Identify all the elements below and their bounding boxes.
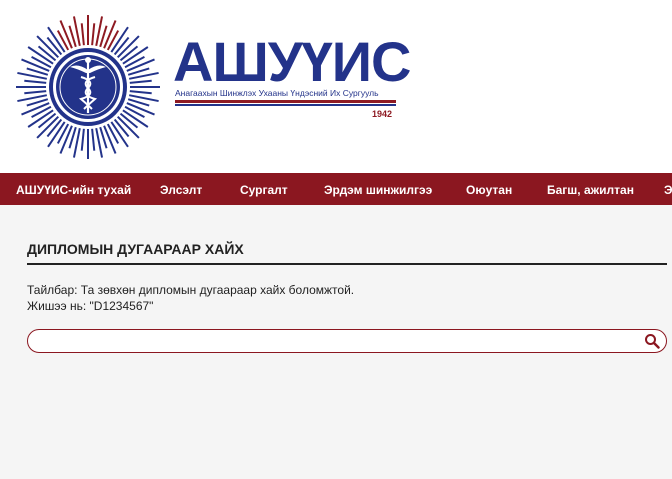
emblem-ray bbox=[129, 90, 152, 95]
note-line-2: Жишээ нь: "D1234567" bbox=[27, 299, 154, 313]
search-icon[interactable] bbox=[644, 333, 660, 349]
brand-title[interactable]: АШУҮИС bbox=[173, 34, 411, 90]
nav-item-staff[interactable]: Багш, ажилтан bbox=[547, 183, 634, 197]
emblem-ray bbox=[59, 125, 73, 154]
nav-item-about[interactable]: АШУҮИС-ийн тухай bbox=[16, 183, 131, 197]
search-box bbox=[27, 329, 667, 353]
emblem-ray bbox=[91, 128, 96, 151]
diploma-search-input[interactable] bbox=[38, 332, 642, 352]
emblem-ray bbox=[21, 58, 50, 72]
site-header: АШУҮИС Анагаахын Шинжлэх Ухааны Үндэсний… bbox=[0, 0, 672, 173]
brand-rule-red bbox=[175, 100, 396, 103]
nav-item-education[interactable]: Сургалт bbox=[240, 183, 288, 197]
emblem-ray bbox=[129, 79, 152, 84]
brand-year: 1942 bbox=[372, 109, 393, 119]
nav-item-admission[interactable]: Элсэлт bbox=[160, 183, 202, 197]
university-emblem-icon[interactable] bbox=[14, 13, 162, 161]
emblem-ray bbox=[80, 23, 85, 46]
emblem-ray bbox=[24, 90, 47, 95]
nav-item-research[interactable]: Эрдэм шинжилгээ bbox=[324, 183, 432, 197]
main-content: ДИПЛОМЫН ДУГААРААР ХАЙХ Тайлбар: Та зөвх… bbox=[27, 241, 667, 314]
nav-item-students[interactable]: Оюутан bbox=[466, 183, 512, 197]
note-line-1: Тайлбар: Та зөвхөн дипломын дугаараар ха… bbox=[27, 283, 355, 297]
emblem-ray bbox=[126, 58, 155, 72]
emblem-ray bbox=[80, 128, 85, 151]
emblem-ray bbox=[103, 20, 117, 49]
nav-item-more[interactable]: Э bbox=[664, 183, 672, 197]
main-nav: АШУҮИС-ийн тухай Элсэлт Сургалт Эрдэм ши… bbox=[0, 173, 672, 205]
emblem-ray bbox=[59, 20, 73, 49]
brand-subtitle: Анагаахын Шинжлэх Ухааны Үндэсний Их Сур… bbox=[175, 88, 379, 98]
emblem-ray bbox=[24, 79, 47, 84]
emblem-ray bbox=[91, 23, 96, 46]
emblem-ray bbox=[103, 125, 117, 154]
brand-rule-blue bbox=[175, 104, 396, 106]
page-title: ДИПЛОМЫН ДУГААРААР ХАЙХ bbox=[27, 241, 667, 265]
emblem-ray bbox=[126, 102, 155, 116]
search-note: Тайлбар: Та зөвхөн дипломын дугаараар ха… bbox=[27, 282, 667, 314]
emblem-ray bbox=[21, 102, 50, 116]
